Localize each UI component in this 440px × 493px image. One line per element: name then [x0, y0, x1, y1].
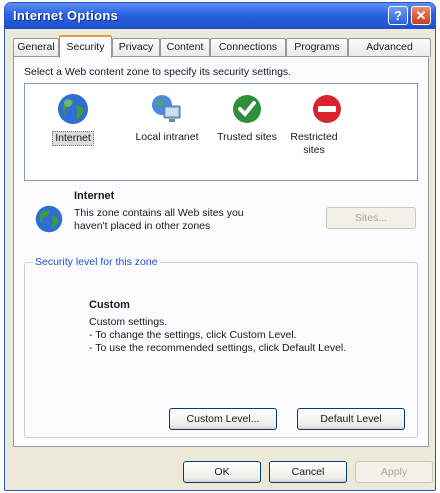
security-level-group: Security level for this zone Custom Cust…	[24, 256, 418, 438]
tab-general[interactable]: General	[13, 38, 59, 57]
selected-zone-description: This zone contains all Web sites you hav…	[74, 207, 244, 232]
tab-security[interactable]: Security	[59, 35, 112, 58]
selected-zone-name: Internet	[74, 190, 115, 202]
custom-level-button[interactable]: Custom Level...	[169, 408, 277, 430]
tab-strip: General Security Privacy Content Connect…	[13, 35, 431, 58]
globe-icon	[58, 94, 88, 124]
zone-instruction: Select a Web content zone to specify its…	[24, 66, 292, 78]
security-tab-panel: Select a Web content zone to specify its…	[13, 56, 429, 447]
help-button[interactable]: ?	[388, 6, 408, 25]
local-intranet-icon	[152, 95, 181, 122]
tab-privacy[interactable]: Privacy	[112, 38, 160, 57]
security-level-name: Custom	[89, 299, 130, 311]
level-line: - To use the recommended settings, click…	[89, 342, 347, 354]
zone-trusted-sites[interactable]: Trusted sites	[207, 92, 287, 144]
close-icon: ✕	[415, 8, 427, 23]
window-title: Internet Options	[13, 8, 119, 23]
tab-advanced[interactable]: Advanced	[348, 38, 431, 57]
internet-options-dialog: Internet Options ? ✕ General Security Pr…	[4, 2, 436, 491]
restricted-icon	[313, 95, 341, 123]
zone-label: Local intranet	[135, 131, 199, 143]
level-line: Custom settings.	[89, 316, 168, 328]
help-icon: ?	[394, 8, 402, 23]
zone-local-intranet[interactable]: Local intranet	[127, 92, 207, 144]
tab-connections[interactable]: Connections	[210, 38, 286, 57]
zone-label: Trusted sites	[217, 131, 277, 143]
zone-list: Internet Local intranet Trusted sites Re…	[24, 83, 418, 181]
tab-content[interactable]: Content	[160, 38, 210, 57]
default-level-button[interactable]: Default Level	[297, 408, 405, 430]
sites-button[interactable]: Sites...	[326, 207, 416, 229]
zone-internet[interactable]: Internet	[33, 92, 113, 146]
close-button[interactable]: ✕	[411, 6, 431, 25]
level-line: - To change the settings, click Custom L…	[89, 329, 297, 341]
tab-programs[interactable]: Programs	[286, 38, 348, 57]
zone-label: Restricted sites	[290, 131, 338, 156]
globe-icon	[35, 205, 63, 233]
ok-button[interactable]: OK	[183, 461, 261, 483]
zone-restricted-sites[interactable]: Restricted sites	[287, 92, 367, 157]
cancel-button[interactable]: Cancel	[269, 461, 347, 483]
apply-button[interactable]: Apply	[355, 461, 433, 483]
security-level-title: Security level for this zone	[33, 256, 160, 268]
checkmark-icon	[233, 95, 261, 123]
zone-label: Internet	[52, 131, 94, 146]
title-bar[interactable]: Internet Options ? ✕	[5, 3, 435, 29]
security-level-description: Custom settings. - To change the setting…	[89, 316, 346, 355]
